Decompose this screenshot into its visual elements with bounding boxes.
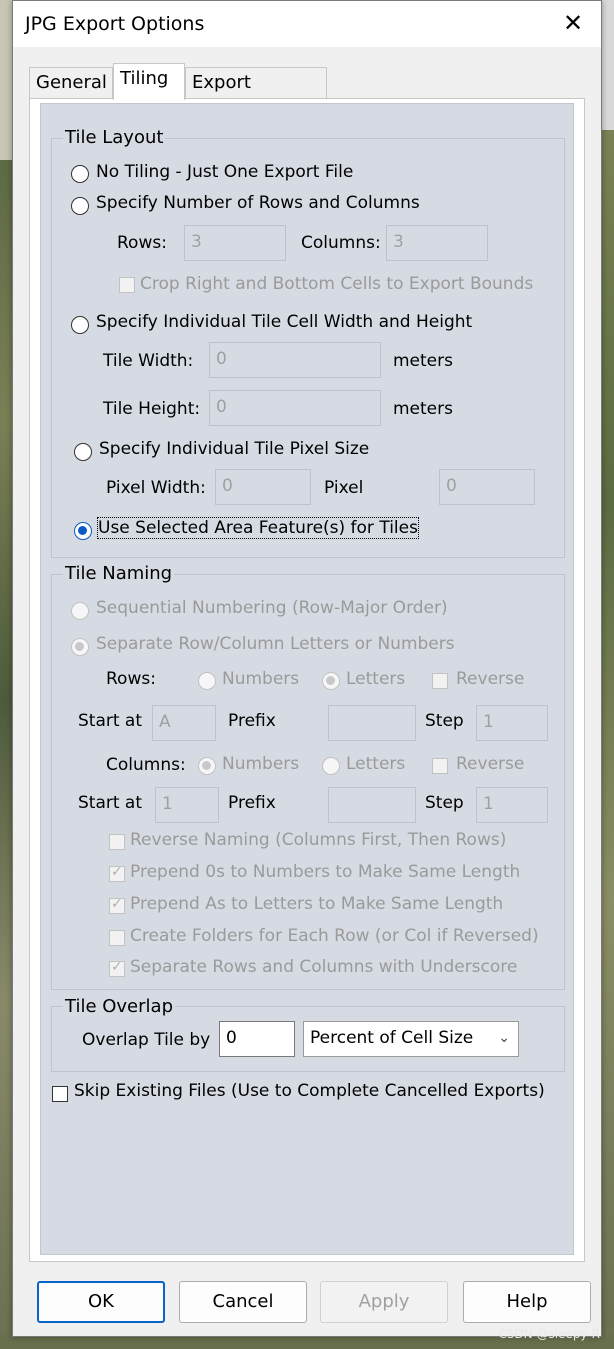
radio-sequential[interactable]: [71, 602, 89, 620]
pixel-width-label: Pixel Width:: [106, 478, 206, 498]
prepend-zeros-checkbox[interactable]: [109, 864, 125, 882]
crop-label: Crop Right and Bottom Cells to Export Bo…: [140, 274, 534, 294]
skip-existing-label: Skip Existing Files (Use to Complete Can…: [74, 1081, 545, 1101]
tiling-page: Tile Layout No Tiling - Just One Export …: [40, 103, 574, 1255]
apply-button[interactable]: Apply: [320, 1281, 448, 1323]
chevron-down-icon: ⌄: [498, 1030, 510, 1046]
tile-layout-title: Tile Layout: [63, 127, 166, 148]
tab-export-bounds[interactable]: Export Bounds: [185, 67, 327, 123]
prepend-as-checkbox[interactable]: [109, 896, 125, 914]
rows-prefix-label: Prefix: [228, 711, 276, 731]
cols-letters-label: Letters: [346, 754, 406, 774]
watermark: CSDN @sleepy-R: [498, 1327, 600, 1341]
overlap-input[interactable]: 0: [219, 1021, 295, 1057]
background-map-right: [600, 0, 614, 1349]
radio-cell-size[interactable]: [71, 316, 89, 334]
radio-area-feature[interactable]: [74, 522, 92, 540]
prepend-zeros-label: Prepend 0s to Numbers to Make Same Lengt…: [130, 862, 521, 882]
area-feature-label: Use Selected Area Feature(s) for Tiles: [97, 517, 419, 539]
rows-numbers-label: Numbers: [222, 669, 300, 689]
radio-no-tiling[interactable]: [71, 165, 89, 183]
create-folders-checkbox[interactable]: [109, 930, 125, 946]
cancel-button[interactable]: Cancel: [179, 1281, 307, 1323]
rows-start-label: Start at: [78, 711, 143, 731]
reverse-naming-label: Reverse Naming (Columns First, Then Rows…: [130, 830, 507, 850]
cols-prefix-label: Prefix: [228, 793, 276, 813]
help-button[interactable]: Help: [463, 1281, 591, 1323]
rows-start-input[interactable]: A: [152, 705, 216, 741]
underscore-label: Separate Rows and Columns with Underscor…: [130, 957, 518, 977]
reverse-naming-checkbox[interactable]: [109, 834, 125, 850]
title-bar: JPG Export Options ✕: [13, 1, 601, 47]
crop-checkbox[interactable]: [119, 277, 135, 293]
tile-width-unit: meters: [393, 351, 453, 371]
cols-numbers-label: Numbers: [222, 754, 300, 774]
sequential-label: Sequential Numbering (Row-Major Order): [96, 598, 448, 618]
rows-input[interactable]: 3: [184, 225, 286, 261]
cols-start-input[interactable]: 1: [155, 787, 219, 823]
overlap-unit-select[interactable]: Percent of Cell Size ⌄: [303, 1021, 519, 1057]
rows-columns-label: Specify Number of Rows and Columns: [96, 193, 420, 213]
tab-general[interactable]: General: [29, 67, 113, 99]
cell-size-label: Specify Individual Tile Cell Width and H…: [96, 312, 473, 332]
radio-rows-letters[interactable]: [322, 672, 340, 690]
dialog-title: JPG Export Options: [25, 13, 205, 35]
radio-rows-columns[interactable]: [71, 197, 89, 215]
tile-height-label: Tile Height:: [103, 399, 201, 419]
tab-tiling[interactable]: Tiling: [113, 63, 185, 100]
skip-existing-checkbox[interactable]: [52, 1086, 68, 1102]
underscore-checkbox[interactable]: [109, 959, 125, 977]
cols-step-input[interactable]: 1: [476, 787, 548, 823]
rows-step-label: Step: [425, 711, 464, 731]
tile-height-unit: meters: [393, 399, 453, 419]
cols-prefix-input[interactable]: [328, 787, 416, 823]
tile-width-input[interactable]: 0: [209, 342, 381, 378]
jpg-export-options-dialog: JPG Export Options ✕ General Tiling Expo…: [12, 0, 602, 1337]
cols-reverse-label: Reverse: [456, 754, 525, 774]
rows-reverse-label: Reverse: [456, 669, 525, 689]
no-tiling-label: No Tiling - Just One Export File: [96, 162, 354, 182]
ok-button[interactable]: OK: [37, 1281, 165, 1323]
rows-step-input[interactable]: 1: [476, 705, 548, 741]
radio-separate[interactable]: [71, 638, 89, 656]
tab-panel: Tile Layout No Tiling - Just One Export …: [29, 98, 585, 1262]
radio-pixel-size[interactable]: [74, 443, 92, 461]
tile-overlap-title: Tile Overlap: [63, 996, 175, 1017]
create-folders-label: Create Folders for Each Row (or Col if R…: [130, 926, 539, 946]
close-icon[interactable]: ✕: [559, 9, 587, 37]
overlap-unit-value: Percent of Cell Size: [310, 1028, 474, 1048]
radio-cols-numbers[interactable]: [198, 757, 216, 775]
rows-prefix-input[interactable]: [328, 705, 416, 741]
naming-rows-label: Rows:: [106, 669, 156, 689]
overlap-label: Overlap Tile by: [82, 1030, 211, 1050]
pixel-height-input[interactable]: 0: [439, 469, 535, 505]
rows-label: Rows:: [117, 233, 167, 253]
cols-step-label: Step: [425, 793, 464, 813]
rows-letters-label: Letters: [346, 669, 406, 689]
pixel-label: Pixel: [324, 478, 364, 498]
rows-reverse-checkbox[interactable]: [432, 673, 448, 689]
tile-width-label: Tile Width:: [103, 351, 194, 371]
radio-rows-numbers[interactable]: [198, 672, 216, 690]
radio-cols-letters[interactable]: [322, 757, 340, 775]
columns-label: Columns:: [301, 233, 381, 253]
pixel-size-label: Specify Individual Tile Pixel Size: [99, 439, 370, 459]
naming-columns-label: Columns:: [106, 755, 186, 775]
columns-input[interactable]: 3: [386, 225, 488, 261]
cols-reverse-checkbox[interactable]: [432, 758, 448, 774]
pixel-width-input[interactable]: 0: [215, 469, 311, 505]
tile-naming-title: Tile Naming: [63, 563, 175, 584]
prepend-as-label: Prepend As to Letters to Make Same Lengt…: [130, 894, 504, 914]
separate-label: Separate Row/Column Letters or Numbers: [96, 634, 455, 654]
cols-start-label: Start at: [78, 793, 143, 813]
tile-height-input[interactable]: 0: [209, 390, 381, 426]
